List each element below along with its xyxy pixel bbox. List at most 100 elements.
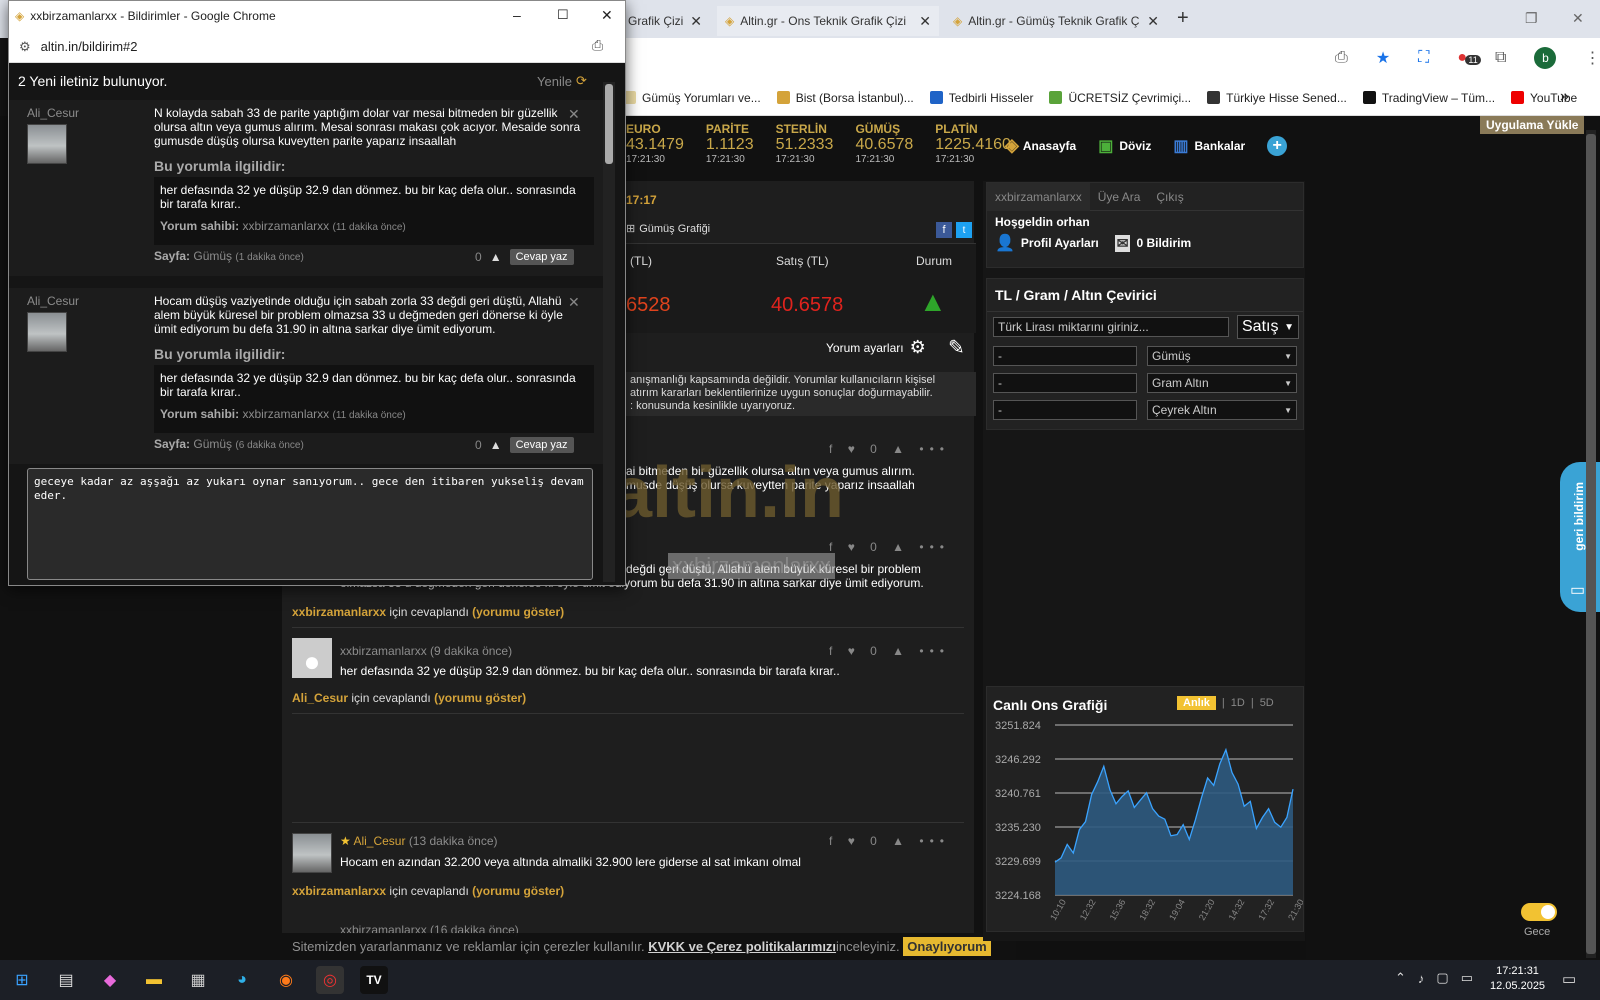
reply-button[interactable]: Cevap yaz	[509, 437, 574, 453]
edge-icon[interactable]: ◕	[228, 966, 256, 994]
unit-select[interactable]: Çeyrek Altın ▼	[1147, 400, 1297, 420]
comment-author[interactable]: xxbirzamanlarxx	[340, 644, 427, 658]
unit-select[interactable]: Gümüş ▼	[1147, 346, 1297, 366]
mode-select[interactable]: Satış ▼	[1237, 315, 1299, 339]
ticker-sterlin[interactable]: STERLİN 51.2333 17:21:30	[776, 122, 834, 165]
show-comment-link[interactable]: (yorumu göster)	[472, 884, 564, 898]
notification-center-icon[interactable]: ▭	[1562, 970, 1576, 988]
chrome-icon[interactable]: ◎	[316, 966, 344, 994]
bookmark-item[interactable]: TradingView – Tüm...	[1362, 91, 1495, 105]
file-explorer-icon[interactable]: ▬	[140, 966, 168, 994]
close-window-button[interactable]: ✕	[1572, 10, 1584, 27]
ticker-gumus[interactable]: GÜMÜŞ 40.6578 17:21:30	[855, 122, 913, 165]
notification-author[interactable]: Ali_Cesur	[27, 106, 79, 120]
tab-1d[interactable]: 1D	[1231, 697, 1245, 709]
comment-actions[interactable]: f ♥ 0 ▲ •••	[829, 540, 950, 554]
minimize-button[interactable]: –	[513, 7, 521, 23]
add-button[interactable]: +	[1267, 135, 1288, 156]
dismiss-icon[interactable]: ✕	[568, 106, 580, 123]
notification-author[interactable]: Ali_Cesur	[27, 294, 79, 308]
task-view-icon[interactable]: ▤	[52, 966, 80, 994]
menu-icon[interactable]: ⋮	[1584, 48, 1600, 68]
comment-actions[interactable]: f ♥ 0 ▲ •••	[829, 644, 950, 658]
tl-amount-input[interactable]: Türk Lirası miktarını giriniz...	[993, 317, 1229, 337]
tab-instant[interactable]: Anlık	[1177, 696, 1216, 710]
ticker-euro[interactable]: EURO 43.1479 17:21:30	[626, 122, 684, 165]
tab-ons-grafik[interactable]: ◈ Altin.gr - Ons Teknik Grafik Çizi ✕	[717, 6, 939, 36]
bookmarks-more-button[interactable]: »	[1560, 88, 1569, 106]
comment-actions[interactable]: f ♥ 0 ▲ •••	[829, 834, 950, 848]
firefox-icon[interactable]: ◉	[272, 966, 300, 994]
copilot-icon[interactable]: ◆	[96, 966, 124, 994]
nav-fx[interactable]: ▣ Döviz	[1098, 136, 1151, 156]
dismiss-icon[interactable]: ✕	[568, 294, 580, 311]
calculator-icon[interactable]: ▦	[184, 966, 212, 994]
profile-settings-link[interactable]: 👤 Profil Ayarları	[995, 233, 1099, 253]
thumbs-up-icon[interactable]: ▲	[490, 250, 502, 264]
tab-member-search[interactable]: Üye Ara	[1090, 190, 1149, 204]
tab-gumus-grafik[interactable]: ◈ Altin.gr - Gümüş Teknik Grafik Ç ✕	[945, 6, 1167, 36]
bookmark-item[interactable]: Tedbirli Hisseler	[929, 91, 1033, 105]
new-tab-button[interactable]: +	[1177, 7, 1189, 30]
translate-icon[interactable]: ⛶	[1418, 49, 1429, 67]
bookmark-item[interactable]: Türkiye Hisse Sened...	[1207, 91, 1347, 105]
reply-button[interactable]: Cevap yaz	[509, 249, 574, 265]
owner-link[interactable]: xxbirzamanlarxx	[242, 219, 329, 233]
popup-scrollbar[interactable]	[603, 82, 615, 582]
write-comment-icon[interactable]: ✎	[948, 335, 965, 360]
clock[interactable]: 17:21:31 12.05.2025	[1490, 964, 1545, 994]
install-app-icon[interactable]: ⎙	[592, 37, 603, 54]
bookmark-item[interactable]: Gümüş Yorumları ve...	[623, 91, 761, 105]
logout-link[interactable]: Çıkış	[1148, 190, 1191, 204]
site-info-icon[interactable]: ⚙	[19, 39, 31, 55]
install-app-button[interactable]: Uygulama Yükle	[1480, 116, 1585, 134]
page-link[interactable]: Gümüş	[193, 437, 232, 451]
bookmark-star-icon[interactable]: ★	[1376, 48, 1390, 68]
ticker-platin[interactable]: PLATİN 1225.4160 17:21:30	[935, 122, 1011, 165]
comment-actions[interactable]: f ♥ 0 ▲ •••	[829, 442, 950, 456]
nav-banks[interactable]: ▥ Bankalar	[1173, 136, 1245, 156]
chevron-up-icon[interactable]: ⌃	[1395, 970, 1406, 986]
close-icon[interactable]: ✕	[1147, 13, 1159, 30]
converter-output[interactable]: -	[993, 400, 1137, 420]
bookmark-item[interactable]: ÜCRETSİZ Çevrimiçi...	[1049, 91, 1191, 105]
windows-start-icon[interactable]: ⊞	[8, 966, 36, 994]
nav-home[interactable]: ◈ Anasayfa	[1005, 135, 1076, 156]
tab-grafik[interactable]: Grafik Çizi ✕	[620, 6, 710, 36]
bookmark-item[interactable]: Bist (Borsa İstanbul)...	[776, 91, 914, 105]
refresh-button[interactable]: Yenile ⟳	[537, 73, 587, 89]
extensions-puzzle-icon[interactable]: ⧉	[1495, 49, 1506, 67]
twitter-icon[interactable]: t	[956, 222, 972, 238]
profile-avatar[interactable]: b	[1534, 47, 1557, 69]
show-comment-link[interactable]: (yorumu göster)	[472, 605, 564, 619]
reply-textarea[interactable]: geceye kadar az aşşağı az yukarı oynar s…	[27, 468, 593, 580]
comment-settings[interactable]: Yorum ayarları ⚙	[826, 337, 926, 358]
page-link[interactable]: Gümüş	[193, 249, 232, 263]
cookie-accept-button[interactable]: Onaylıyorum	[903, 936, 991, 956]
tradingview-icon[interactable]: TV	[360, 966, 388, 994]
facebook-icon[interactable]: f	[936, 222, 952, 238]
converter-output[interactable]: -	[993, 346, 1137, 366]
close-icon[interactable]: ✕	[919, 13, 931, 30]
cookie-policy-link[interactable]: KVKK ve Çerez politikalarımızı	[648, 939, 836, 954]
notifications-link[interactable]: ✉ 0 Bildirim	[1114, 234, 1191, 252]
meet-icon[interactable]: ▢	[1436, 970, 1448, 986]
page-scrollbar[interactable]	[1586, 130, 1596, 958]
speaker-icon[interactable]: ♪	[1418, 971, 1425, 986]
owner-link[interactable]: xxbirzamanlarxx	[242, 407, 329, 421]
night-toggle[interactable]	[1521, 903, 1557, 921]
comment-author[interactable]: Ali_Cesur	[353, 834, 405, 848]
unit-select[interactable]: Gram Altın ▼	[1147, 373, 1297, 393]
tab-user[interactable]: xxbirzamanlarxx	[987, 182, 1090, 211]
network-icon[interactable]: ▭	[1461, 970, 1473, 986]
close-icon[interactable]: ✕	[690, 13, 702, 30]
thumbs-up-icon[interactable]: ▲	[490, 438, 502, 452]
popup-url[interactable]: altin.in/bildirim#2	[41, 39, 138, 54]
converter-output[interactable]: -	[993, 373, 1137, 393]
show-comment-link[interactable]: (yorumu göster)	[434, 691, 526, 705]
close-button[interactable]: ✕	[601, 7, 613, 24]
maximize-button[interactable]: ☐	[557, 7, 569, 23]
install-app-icon[interactable]: ⎙	[1335, 49, 1348, 67]
tab-5d[interactable]: 5D	[1260, 697, 1274, 709]
restore-window-button[interactable]: ❐	[1525, 10, 1538, 27]
